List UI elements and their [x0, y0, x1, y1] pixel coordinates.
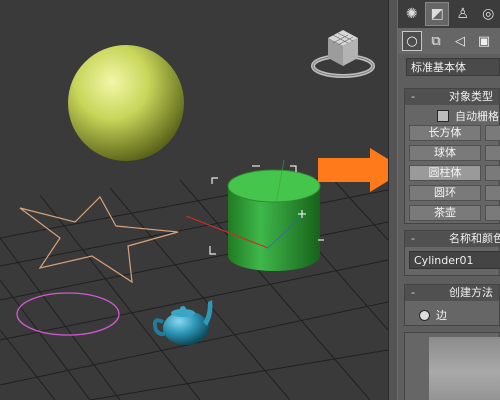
creation-method-header[interactable]: - 创建方法 [405, 285, 499, 301]
cameras-icon[interactable]: ▣ [474, 31, 494, 51]
name-color-title: 名称和颜色 [449, 232, 500, 245]
shapes-icon[interactable]: ⧉ [426, 31, 446, 51]
object-type-title: 对象类型 [449, 90, 493, 103]
object-type-rollout: - 对象类型 自动栅格 长方体 球体 圆柱体 圆环 茶壶 [404, 88, 500, 224]
primitive-type-dropdown[interactable]: 标准基本体 [406, 58, 500, 76]
geometry-icon[interactable]: ○ [402, 31, 422, 51]
autogrid-row[interactable]: 自动栅格 [437, 109, 499, 123]
name-color-rollout: - 名称和颜色 Cylinder01 [404, 230, 500, 276]
create-tab-icon[interactable]: ✺ [400, 2, 423, 26]
command-panel: ✺ ◩ ♙ ◎ ○ ⧉ ◁ ▣ 标准基本体 - 对象类型 自动栅格 长方体 球体 [398, 0, 500, 400]
modify-tab-icon[interactable]: ◩ [425, 2, 450, 26]
geosphere-button[interactable] [485, 145, 500, 161]
keyboard-entry-rollout [404, 332, 500, 400]
panel-divider[interactable] [388, 0, 398, 400]
cylinder-object[interactable] [185, 159, 324, 271]
creation-method-title: 创建方法 [449, 286, 493, 299]
creation-method-rollout: - 创建方法 边 [404, 284, 500, 326]
perspective-viewport[interactable] [0, 0, 388, 400]
object-name-input[interactable]: Cylinder01 [409, 251, 500, 269]
command-panel-tabs: ✺ ◩ ♙ ◎ [398, 0, 500, 28]
motion-tab-icon[interactable]: ◎ [477, 2, 500, 26]
edge-radio[interactable] [419, 309, 430, 321]
viewcube[interactable] [311, 30, 375, 78]
lights-icon[interactable]: ◁ [450, 31, 470, 51]
object-type-header[interactable]: - 对象类型 [405, 89, 499, 105]
autogrid-checkbox[interactable] [437, 110, 449, 122]
rollout-content-area [429, 337, 500, 400]
hierarchy-tab-icon[interactable]: ♙ [451, 2, 474, 26]
create-category-row: ○ ⧉ ◁ ▣ [398, 28, 500, 54]
grid-lines [0, 164, 388, 400]
circle-shape[interactable] [16, 292, 120, 336]
cylinder-button[interactable]: 圆柱体 [409, 165, 481, 181]
edge-label: 边 [436, 309, 447, 322]
box-button[interactable]: 长方体 [409, 125, 481, 141]
3dsmax-window: ✺ ◩ ♙ ◎ ○ ⧉ ◁ ▣ 标准基本体 - 对象类型 自动栅格 长方体 球体 [0, 0, 500, 400]
pyramid-button[interactable] [485, 185, 500, 201]
teapot-button[interactable]: 茶壶 [409, 205, 481, 221]
plane-button[interactable] [485, 205, 500, 221]
autogrid-label: 自动栅格 [455, 110, 499, 123]
tube-button[interactable] [485, 165, 500, 181]
sphere-object[interactable] [68, 45, 184, 161]
sphere-button[interactable]: 球体 [409, 145, 481, 161]
cone-button[interactable] [485, 125, 500, 141]
name-color-header[interactable]: - 名称和颜色 [405, 231, 500, 247]
edge-option[interactable]: 边 [419, 307, 447, 323]
torus-button[interactable]: 圆环 [409, 185, 481, 201]
viewport-scene [0, 30, 388, 400]
orange-arrow-annotation [318, 148, 388, 192]
